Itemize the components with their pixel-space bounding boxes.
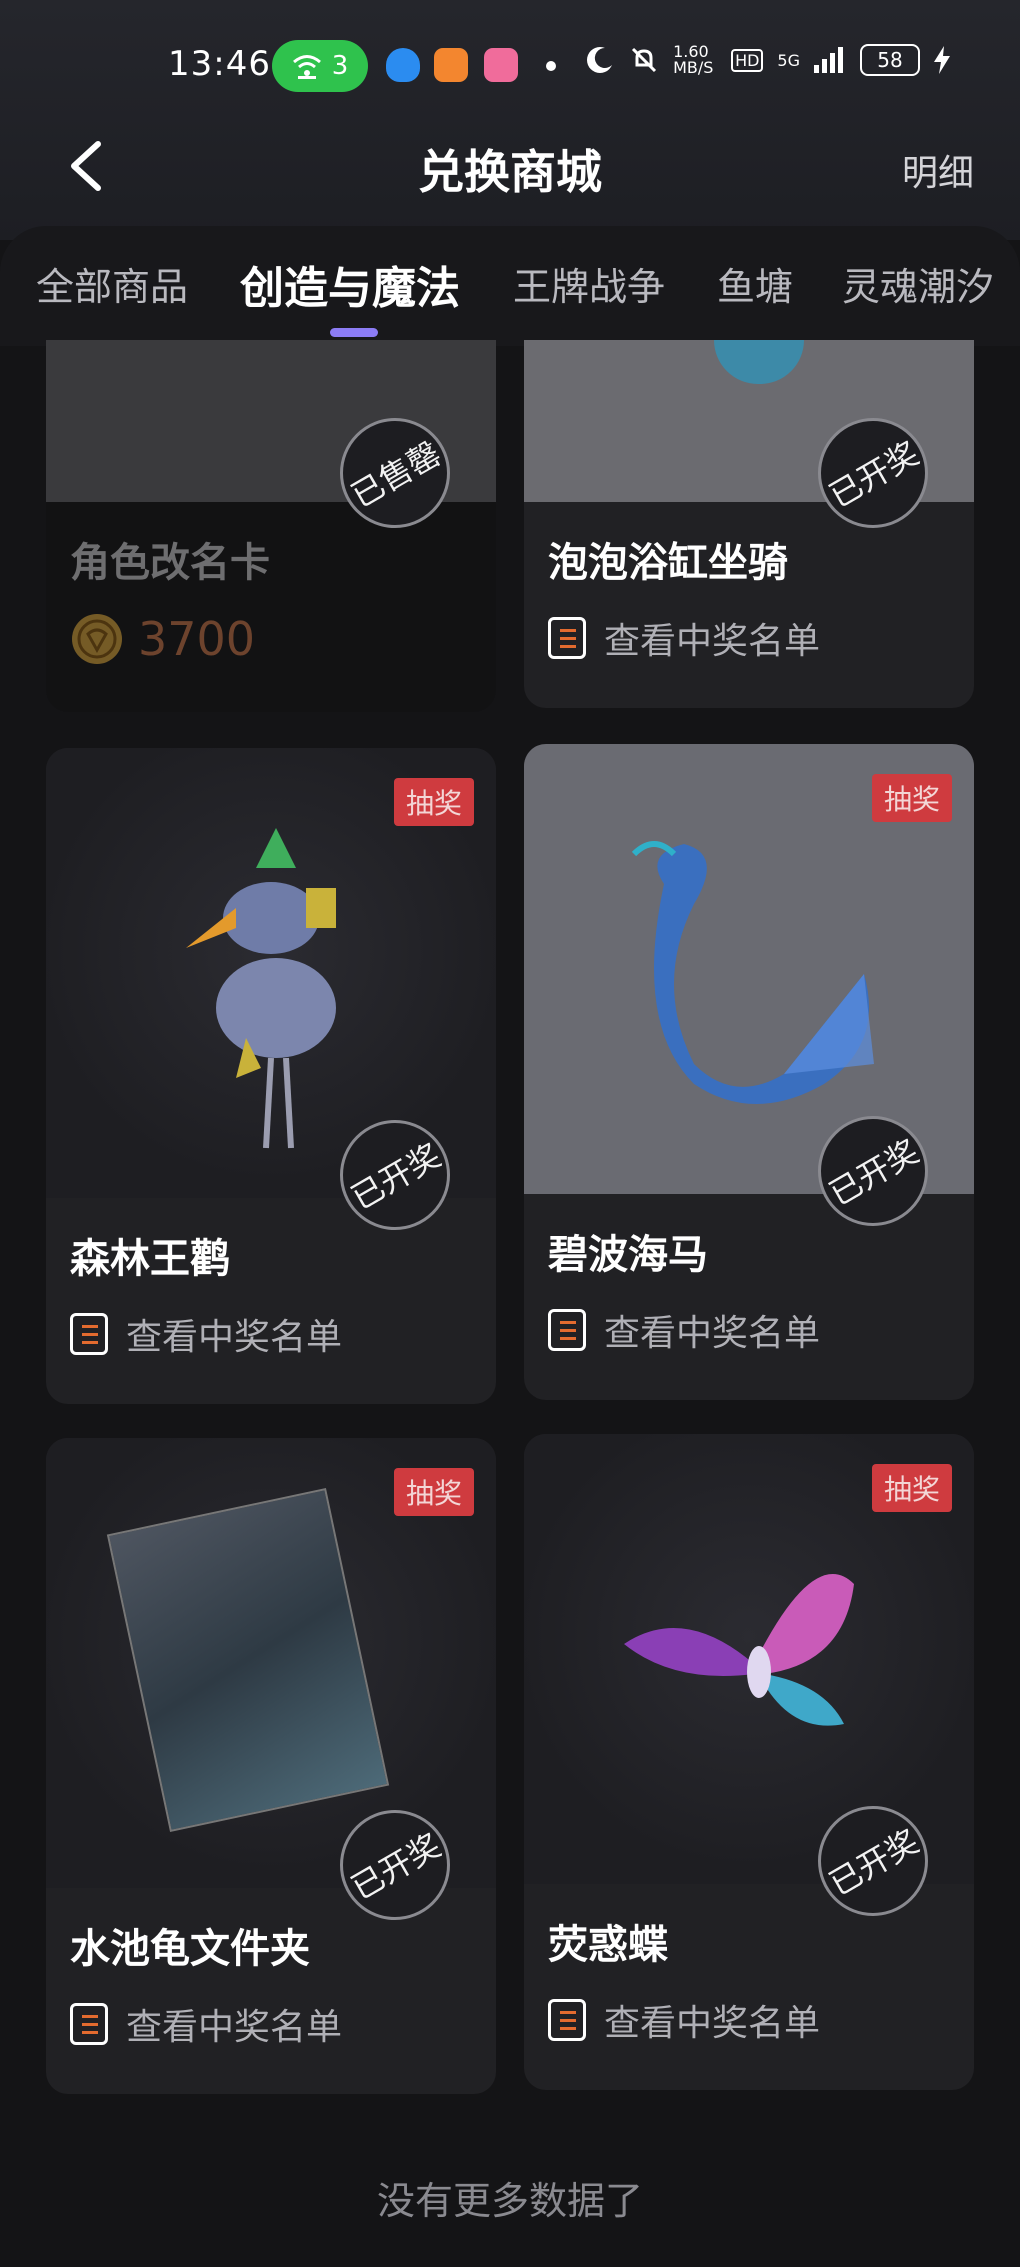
stamp-text: 已售罄 (344, 434, 448, 516)
drawn-stamp: 已开奖 (818, 1806, 928, 1916)
lottery-badge: 抽奖 (393, 1468, 474, 1516)
detail-button[interactable]: 明细 (902, 144, 974, 196)
document-icon (70, 2003, 108, 2045)
charging-icon (934, 46, 950, 74)
page-title: 兑换商城 (418, 145, 602, 199)
wifi-count: 3 (331, 51, 349, 81)
wifi-icon (292, 55, 321, 79)
signal-icon (814, 47, 843, 73)
product-card-turtle-folder[interactable]: 抽奖 已开奖 水池龟文件夹 查看中奖名单 (46, 1438, 496, 2094)
tab-all-products[interactable]: 全部商品 (36, 256, 188, 311)
battery-indicator: 58 (860, 44, 920, 76)
status-time: 13:46 (168, 44, 271, 84)
soldout-overlay (46, 340, 496, 712)
bilibili-icon (484, 48, 518, 82)
document-icon (548, 1999, 586, 2041)
product-card-forest-stork[interactable]: 抽奖 已开奖 森林王鹳 查看中奖名单 (46, 748, 496, 1404)
notification-dot (546, 61, 556, 71)
hd-badge: HD (731, 48, 764, 72)
status-bar: 13:46 3 1.60 MB/S HD 5G 58 (0, 0, 1020, 136)
view-winners-link[interactable]: 查看中奖名单 (70, 1308, 342, 1360)
bathtub-mount-art (714, 340, 804, 384)
view-winners-link[interactable]: 查看中奖名单 (548, 1304, 820, 1356)
tab-soul-tide[interactable]: 灵魂潮汐 (842, 256, 994, 311)
mute-bell-icon (632, 47, 657, 73)
tab-create-and-magic[interactable]: 创造与魔法 (240, 252, 460, 316)
view-winners-label: 查看中奖名单 (604, 621, 821, 662)
view-winners-label: 查看中奖名单 (126, 2007, 343, 2048)
battery-level: 58 (877, 48, 903, 72)
view-winners-link[interactable]: 查看中奖名单 (548, 1994, 820, 2046)
lottery-badge: 抽奖 (871, 774, 952, 822)
product-card-seahorse[interactable]: 抽奖 已开奖 碧波海马 查看中奖名单 (524, 744, 974, 1400)
view-winners-link[interactable]: 查看中奖名单 (70, 1998, 342, 2050)
view-winners-link[interactable]: 查看中奖名单 (548, 612, 820, 664)
product-name: 森林王鹳 (70, 1236, 230, 1282)
document-icon (548, 617, 586, 659)
product-name: 荧惑蝶 (548, 1922, 668, 1968)
app-icon-orange (434, 48, 468, 82)
drawn-stamp: 已开奖 (818, 1116, 928, 1226)
product-card-bubble-bath[interactable]: 已开奖 泡泡浴缸坐骑 查看中奖名单 (524, 340, 974, 708)
status-right: 1.60 MB/S HD 5G 58 (585, 44, 950, 76)
product-card-rename[interactable]: 角色改名卡 3700 已售罄 (46, 340, 496, 712)
lottery-badge: 抽奖 (871, 1464, 952, 1512)
end-of-list-text: 没有更多数据了 (376, 2179, 643, 2223)
drawn-stamp: 已开奖 (340, 1810, 450, 1920)
view-winners-label: 查看中奖名单 (604, 2003, 821, 2044)
signal-label: 5G (777, 50, 800, 70)
stamp-text: 已开奖 (344, 1826, 448, 1908)
moon-icon (587, 47, 613, 73)
stamp-text: 已开奖 (822, 1822, 926, 1904)
turtle-folder-art (106, 1488, 390, 1832)
wifi-hotspot-indicator: 3 (272, 40, 368, 92)
product-name: 碧波海马 (548, 1232, 708, 1278)
active-tab-indicator (330, 328, 378, 337)
product-name: 水池龟文件夹 (70, 1926, 310, 1972)
lottery-badge: 抽奖 (393, 778, 474, 826)
stamp-text: 已开奖 (344, 1136, 448, 1218)
drawn-stamp: 已开奖 (818, 418, 928, 528)
soldout-stamp: 已售罄 (340, 418, 450, 528)
tab-ace-war[interactable]: 王牌战争 (513, 256, 665, 311)
stamp-text: 已开奖 (822, 1132, 926, 1214)
net-speed: 1.60 MB/S (673, 42, 714, 77)
view-winners-label: 查看中奖名单 (604, 1313, 821, 1354)
product-card-butterfly[interactable]: 抽奖 已开奖 荧惑蝶 查看中奖名单 (524, 1434, 974, 2090)
tab-fish-pond[interactable]: 鱼塘 (717, 256, 793, 311)
drawn-stamp: 已开奖 (340, 1120, 450, 1230)
document-icon (548, 1309, 586, 1351)
product-name: 泡泡浴缸坐骑 (548, 540, 788, 586)
stamp-text: 已开奖 (822, 434, 926, 516)
qq-icon (386, 48, 420, 82)
view-winners-label: 查看中奖名单 (126, 1317, 343, 1358)
document-icon (70, 1313, 108, 1355)
